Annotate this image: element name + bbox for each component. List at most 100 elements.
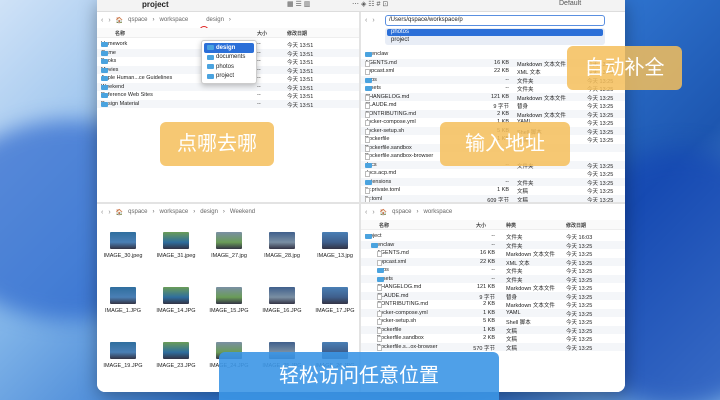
thumbnail-label: IMAGE_19.JPG — [103, 363, 143, 369]
list-item[interactable]: docker-compose.yml1 KBYAML今天 13:25 — [361, 308, 625, 318]
back-icon[interactable]: ‹ — [365, 17, 367, 24]
dropdown-item[interactable]: photos — [204, 62, 254, 72]
file-name: Books — [101, 58, 116, 64]
file-name: ›openclaw — [365, 51, 388, 58]
suggestion-project[interactable]: project — [391, 37, 409, 44]
crumb-0[interactable]: qspace — [128, 17, 147, 23]
list-item[interactable]: Dockerfile.s...ox-browser 570 字节 文稿 今天 13:2… — [361, 342, 625, 352]
folder-icon — [101, 76, 108, 81]
folder-icon — [377, 276, 384, 282]
crumb-1[interactable]: workspace — [160, 17, 189, 23]
col-name[interactable]: 名称 — [115, 30, 125, 37]
list-item[interactable]: docker-setup.sh5 KBShell 脚本今天 13:25 — [361, 317, 625, 326]
thumbnail-image — [269, 232, 295, 249]
list-item[interactable]: ›assets--文件夹今天 13:25 — [361, 274, 625, 284]
forward-icon[interactable]: › — [108, 17, 110, 24]
list-item[interactable]: docs.acp.md 今天 13:25 — [361, 169, 625, 178]
thumbnail[interactable]: IMAGE_17.JPG — [313, 287, 357, 314]
thumbnail[interactable]: IMAGE_28.jpg — [260, 232, 304, 259]
file-size: 2 KB — [483, 301, 495, 307]
caption-autocomplete: 自动补全 — [567, 46, 682, 90]
crumb-3[interactable]: Weekend — [230, 209, 255, 215]
suggestion-photos[interactable]: photos — [387, 29, 603, 36]
list-item[interactable]: CONTRIBUTING.md 2 KB Markdown 文本文件 今天 13:25 — [361, 109, 625, 119]
list-item[interactable]: CHANGELOG.md 121 KB Markdown 文本文件 今天 13:25 — [361, 92, 625, 102]
thumbnail[interactable]: IMAGE_23.JPG — [154, 342, 198, 369]
dropdown-item-label: design — [216, 44, 236, 51]
file-size: -- — [257, 83, 261, 90]
dropdown-item[interactable]: documents — [204, 53, 254, 63]
list-item[interactable]: AGENTS.md16 KBMarkdown 文本文件今天 13:25 — [361, 249, 625, 258]
title-bar: project ▦ ☰ ▥ ⋯ ◈ ☷ # ⊡ Default — [97, 0, 625, 12]
view-mode-select[interactable]: Default — [559, 0, 581, 7]
col-name[interactable]: 名称 — [379, 222, 389, 229]
thumbnail-image — [322, 232, 348, 249]
list-item[interactable]: CHANGELOG.md 121 KB Markdown 文本文件 今天 13:25 — [361, 283, 625, 292]
back-icon[interactable]: ‹ — [101, 17, 103, 24]
path-dropdown[interactable]: design documents photos project — [201, 40, 257, 84]
col-date[interactable]: 修改日期 — [566, 222, 586, 229]
list-item[interactable]: fly.private.toml 1 KB 文稿 今天 13:25 — [361, 186, 625, 195]
thumbnail[interactable]: IMAGE_31.jpeg — [154, 232, 198, 259]
folder-icon — [365, 234, 372, 239]
thumbnail[interactable]: IMAGE_1.JPG — [101, 287, 145, 314]
thumbnail[interactable]: IMAGE_27.jpg — [207, 232, 251, 259]
list-item[interactable]: CLAUDE.md 9 字节 替身 今天 13:25 — [361, 101, 625, 110]
home-icon: 🏠 — [115, 209, 124, 216]
file-size: 2 KB — [497, 110, 509, 117]
thumbnail[interactable]: IMAGE_16.JPG — [260, 287, 304, 314]
file-size: -- — [505, 85, 509, 91]
file-icon — [377, 251, 382, 257]
dropdown-item[interactable]: design — [204, 43, 254, 53]
file-name: CONTRIBUTING.md — [365, 110, 417, 118]
crumb-2[interactable]: design — [200, 209, 218, 215]
list-item[interactable]: fly.toml 609 字节 文稿 今天 13:25 — [361, 194, 625, 202]
autocomplete-list[interactable]: photos project — [385, 28, 605, 45]
toolbar-icons[interactable]: ⋯ ◈ ☷ # ⊡ — [352, 0, 388, 8]
list-item[interactable]: ›apps--文件夹今天 13:25 — [361, 266, 625, 275]
thumbnail[interactable]: IMAGE_19.JPG — [101, 342, 145, 369]
thumbnail-image — [110, 232, 136, 249]
col-kind[interactable]: 种类 — [506, 222, 516, 229]
list-item[interactable]: Design Material -- 今天 13:51 — [97, 99, 359, 109]
crumb-1[interactable]: workspace — [160, 209, 189, 215]
thumbnail[interactable]: IMAGE_14.JPG — [154, 287, 198, 314]
crumb-0[interactable]: qspace — [128, 209, 147, 215]
column-header: 名称 大小 修改日期 — [97, 28, 359, 38]
thumbnail[interactable]: IMAGE_15.JPG — [207, 287, 251, 314]
file-name: docker-compose.yml — [365, 119, 416, 126]
forward-icon[interactable]: › — [108, 209, 110, 216]
col-date[interactable]: 修改日期 — [287, 30, 307, 37]
crumb-2[interactable]: design — [206, 17, 224, 23]
forward-icon[interactable]: › — [372, 209, 374, 216]
thumbnail[interactable]: IMAGE_13.jpg — [313, 232, 357, 259]
thumbnail-image — [216, 232, 242, 249]
thumbnail[interactable]: IMAGE_30.jpeg — [101, 232, 145, 259]
back-icon[interactable]: ‹ — [365, 209, 367, 216]
file-name-text: CONTRIBUTING.md — [365, 110, 417, 117]
back-icon[interactable]: ‹ — [101, 209, 103, 216]
list-item[interactable]: Dockerfile1 KB文稿今天 13:25 — [361, 325, 625, 335]
col-size[interactable]: 大小 — [476, 222, 486, 229]
list-item[interactable]: ⌄openclaw--文件夹今天 13:25 — [361, 240, 625, 250]
file-name: appcast.xml — [377, 259, 406, 266]
list-item[interactable]: Reference Web Sites -- 今天 13:51 — [97, 91, 359, 100]
file-name: CLAUDE.md — [377, 293, 408, 300]
file-name-text: Dockerfile.sandbox-browser — [365, 153, 434, 159]
col-size[interactable]: 大小 — [257, 30, 267, 37]
crumb-1[interactable]: workspace — [424, 209, 453, 215]
file-icon — [365, 120, 370, 126]
list-item[interactable]: ›extensions--文件夹今天 13:25 — [361, 177, 625, 187]
list-item[interactable]: CONTRIBUTING.md 2 KB Markdown 文本文件 今天 13:25 — [361, 300, 625, 309]
crumb-0[interactable]: qspace — [392, 209, 411, 215]
list-item[interactable]: Dockerfile.sandbox 2 KB 文稿 今天 13:25 — [361, 334, 625, 343]
view-grid-icon[interactable]: ▦ ☰ ▥ — [287, 0, 310, 8]
list-item[interactable]: CLAUDE.md 9 字节 替身 今天 13:25 — [361, 291, 625, 301]
list-item[interactable]: appcast.xml22 KBXML 文本今天 13:25 — [361, 257, 625, 267]
dropdown-item[interactable]: project — [204, 72, 254, 82]
file-icon — [365, 188, 370, 194]
list-item[interactable]: ⌄project--文件夹今天 16:03 — [361, 232, 625, 241]
address-input[interactable]: /Users/qspace/workspace/p — [385, 15, 605, 26]
forward-icon[interactable]: › — [372, 17, 374, 24]
file-name-text: Dockerfile.sandbox — [377, 335, 424, 341]
